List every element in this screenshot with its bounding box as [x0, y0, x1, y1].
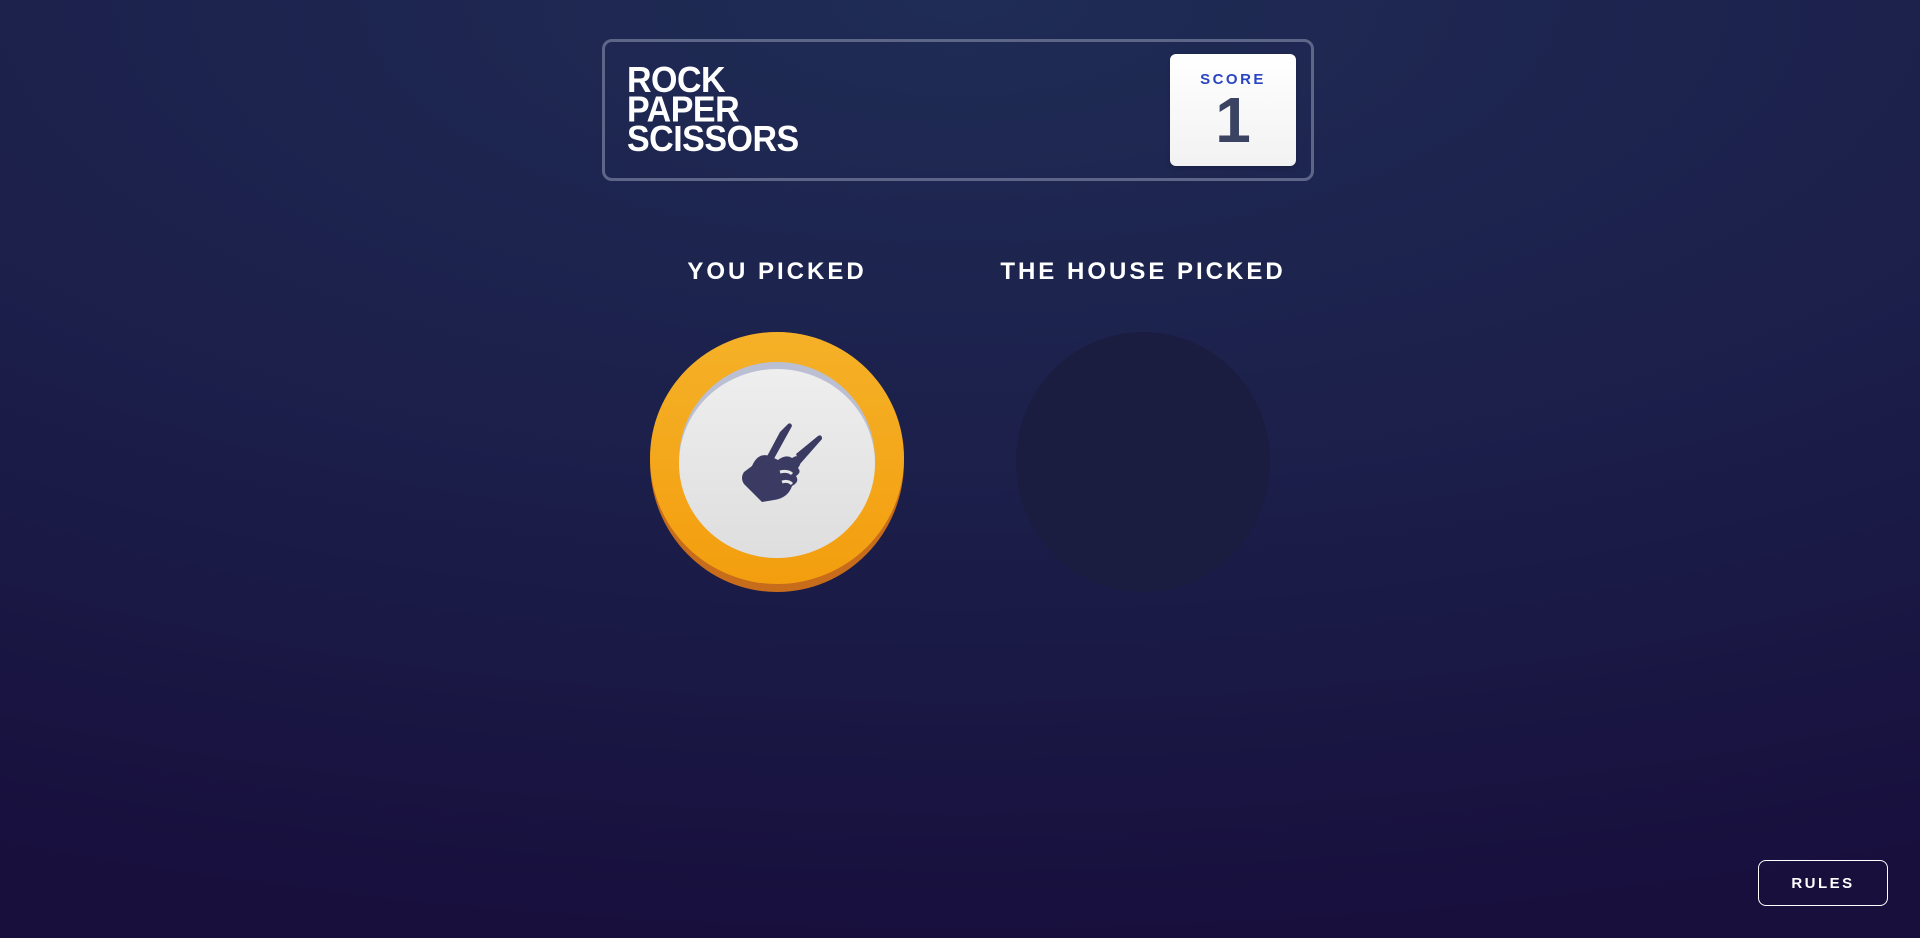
house-pick-placeholder: [1016, 332, 1270, 592]
rules-button[interactable]: RULES: [1758, 860, 1888, 906]
player-pick-scissors-token: [650, 332, 904, 592]
game-title: ROCK PAPER SCISSORS: [627, 63, 799, 160]
header: ROCK PAPER SCISSORS SCORE 1: [602, 39, 1314, 181]
token-face: [679, 369, 875, 558]
scissors-hand-icon: [742, 422, 822, 502]
title-line-scissors: SCISSORS: [627, 119, 799, 160]
score-box: SCORE 1: [1170, 54, 1296, 166]
house-picked-label: THE HOUSE PICKED: [1000, 258, 1286, 285]
score-value: 1: [1215, 83, 1251, 156]
you-picked-label: YOU PICKED: [687, 258, 867, 285]
